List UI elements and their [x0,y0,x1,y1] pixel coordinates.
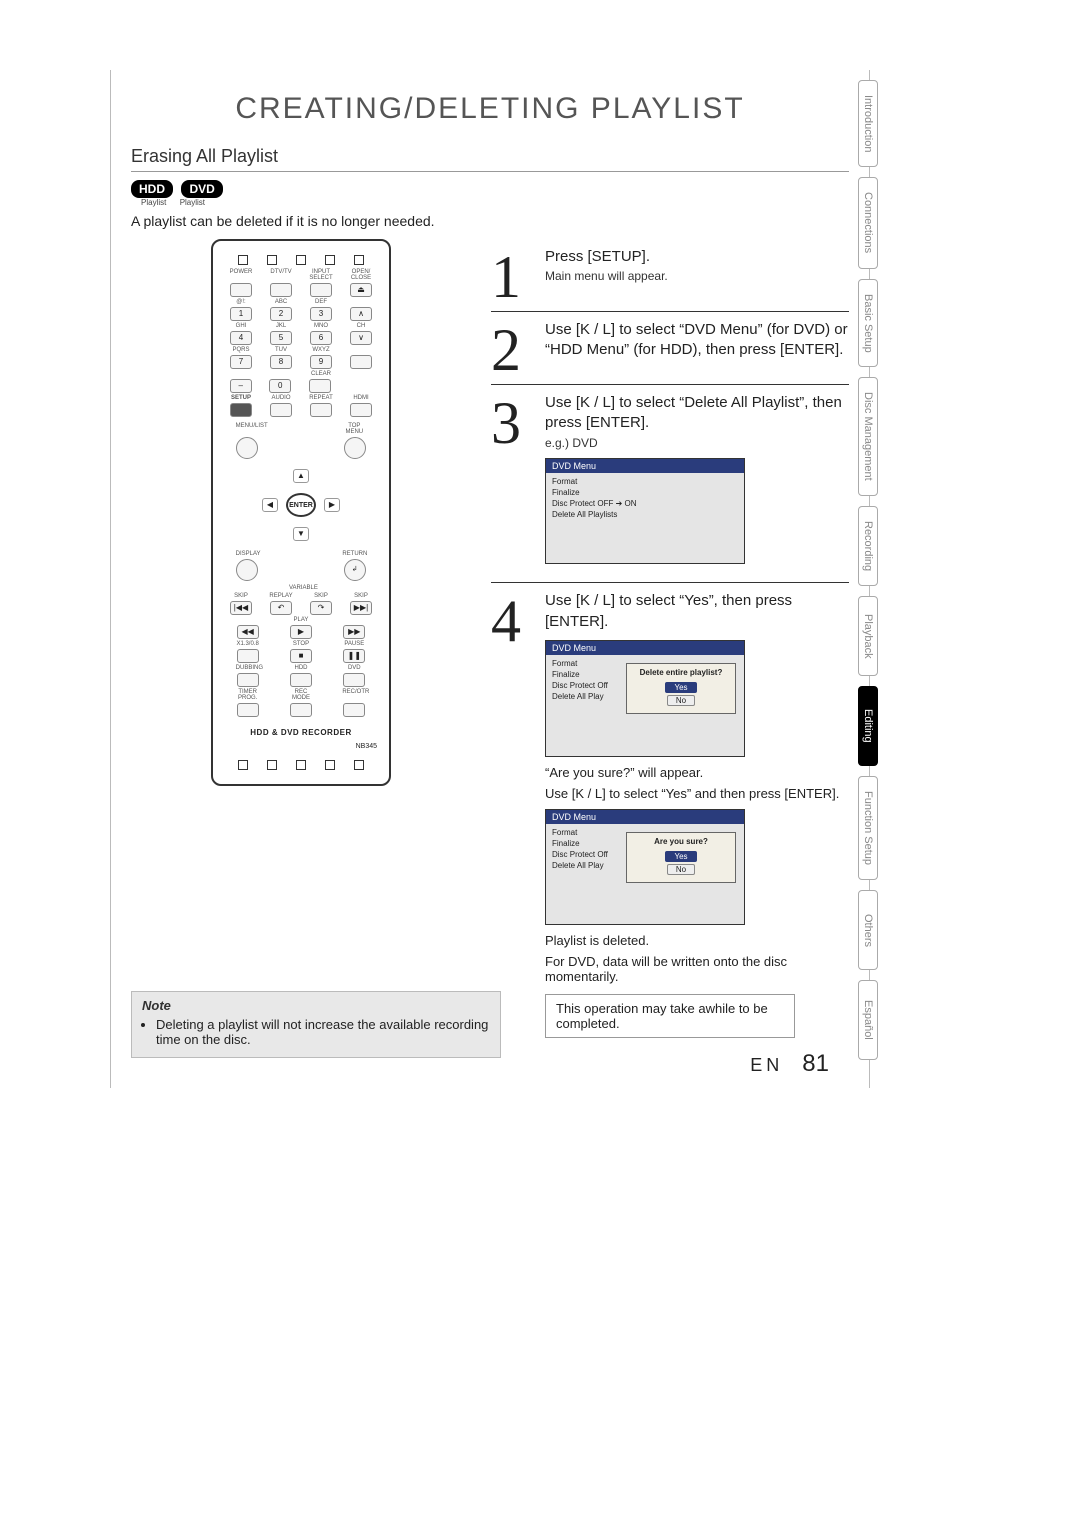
confirm-popup-1: Delete entire playlist? Yes No [626,663,736,714]
remote-figure: POWER DTV/TV INPUT SELECT OPEN/ CLOSE ⏏ … [211,239,391,786]
dvd-menu-box-1: DVD Menu Format Finalize Disc Protect OF… [545,458,745,565]
step-1: 1 Press [SETUP]. Main menu will appear. [491,239,849,311]
media-badges: HDD DVD [131,180,849,198]
left-column: POWER DTV/TV INPUT SELECT OPEN/ CLOSE ⏏ … [131,239,471,1048]
intro-text: A playlist can be deleted if it is no lo… [131,213,849,229]
step-number: 1 [491,247,545,301]
hint-box: This operation may take awhile to be com… [545,994,795,1038]
tab-connections[interactable]: Connections [858,177,878,268]
badge-dvd: DVD [181,180,222,198]
step-4: 4 Use [K / L] to select “Yes”, then pres… [491,582,849,1048]
step-2: 2 Use [K / L] to select “DVD Menu” (for … [491,311,849,384]
page-footer: EN 81 [750,1050,829,1078]
tab-introduction[interactable]: Introduction [858,80,878,167]
step-3: 3 Use [K / L] to select “Delete All Play… [491,384,849,582]
badge-sub: Playlist Playlist [141,198,849,207]
confirm-popup-2: Are you sure? Yes No [626,832,736,883]
manual-page: CREATING/DELETING PLAYLIST Erasing All P… [110,70,870,1088]
footer-lang: EN [750,1055,783,1075]
note-item: Deleting a playlist will not increase th… [156,1017,490,1047]
dvd-menu-box-3: DVD Menu Format Finalize Disc Protect Of… [545,809,745,926]
tab-disc-management[interactable]: Disc Management [858,377,878,496]
tab-espanol[interactable]: Español [858,980,878,1060]
footer-page: 81 [802,1050,829,1077]
remote-brand: HDD & DVD RECORDER [221,729,381,737]
tab-recording[interactable]: Recording [858,506,878,586]
remote-model: NB345 [221,743,377,750]
section-title: Erasing All Playlist [131,146,849,172]
page-title: CREATING/DELETING PLAYLIST [111,92,869,126]
tab-others[interactable]: Others [858,890,878,970]
side-tabs: Introduction Connections Basic Setup Dis… [858,80,910,1070]
badge-hdd: HDD [131,180,173,198]
dvd-menu-box-2: DVD Menu Format Finalize Disc Protect Of… [545,640,745,757]
note-box: Note Deleting a playlist will not increa… [131,991,501,1058]
nav-pad: ▲▼◀▶ ENTER [256,465,346,545]
tab-playback[interactable]: Playback [858,596,878,676]
tab-basic-setup[interactable]: Basic Setup [858,279,878,368]
tab-function-setup[interactable]: Function Setup [858,776,878,880]
tab-editing[interactable]: Editing [858,686,878,766]
note-heading: Note [142,998,490,1013]
steps-column: 1 Press [SETUP]. Main menu will appear. … [491,239,849,1048]
